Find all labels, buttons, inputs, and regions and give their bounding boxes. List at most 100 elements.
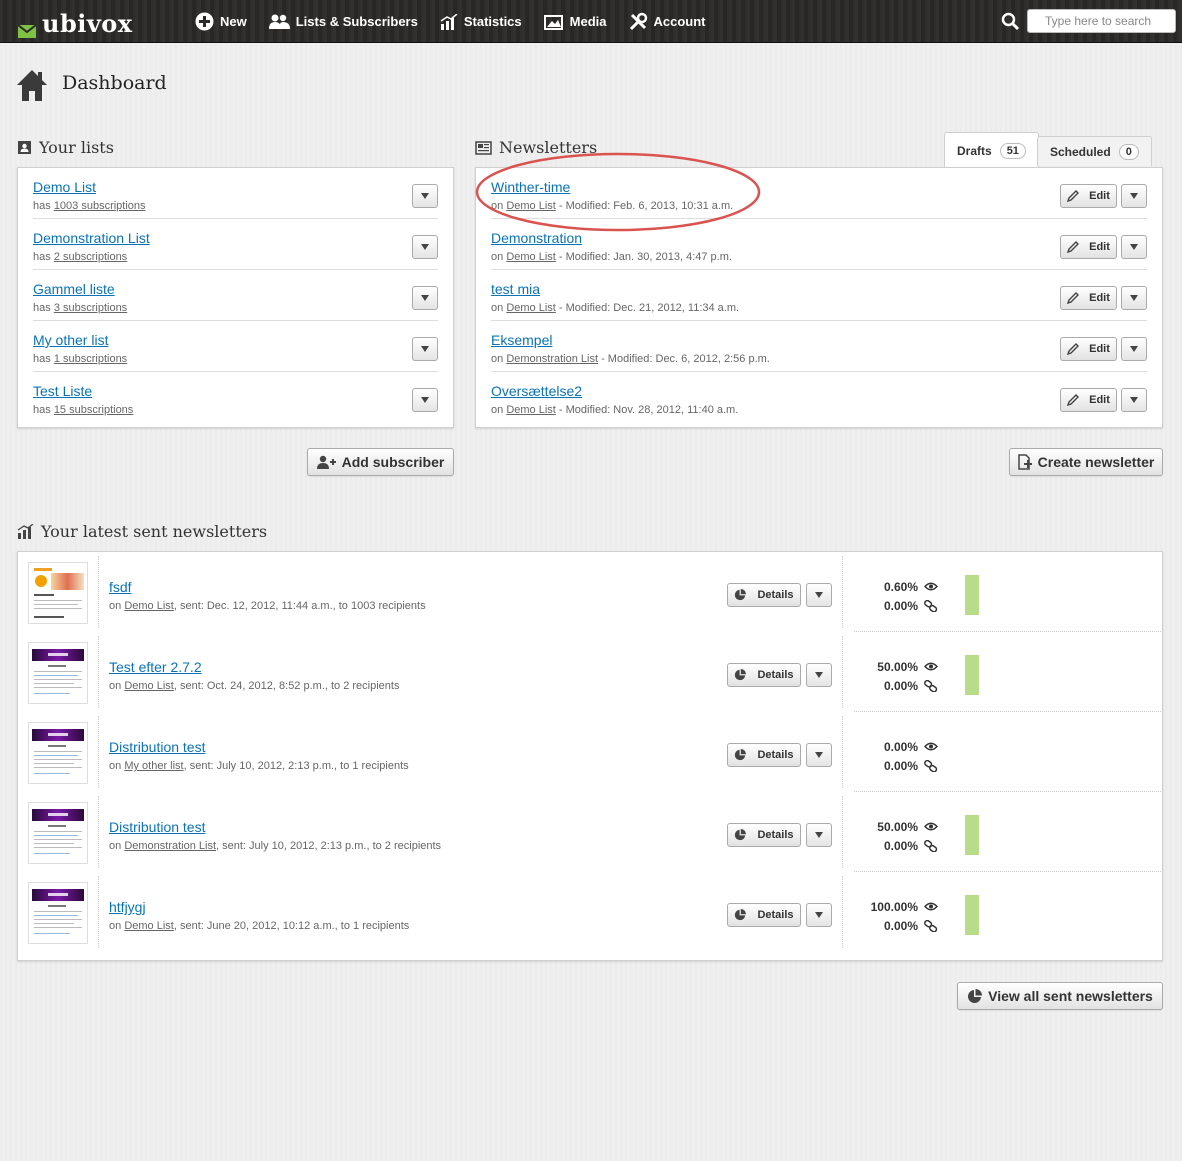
list-name-link[interactable]: Demo List [33,179,96,195]
newsletter-name-link[interactable]: test mia [491,281,540,297]
sent-options-dropdown[interactable] [806,663,832,687]
brand-name: ubivox [42,9,133,38]
list-subscriptions-link[interactable]: 1003 subscriptions [54,200,146,212]
list-options-dropdown[interactable] [412,184,438,208]
list-item: My other list has 1 subscriptions [33,321,438,372]
newsletter-options-dropdown[interactable] [1121,388,1147,412]
divider [842,636,843,708]
link-icon [924,680,938,692]
newsletter-options-dropdown[interactable] [1121,286,1147,310]
divider [842,876,843,948]
nav-media[interactable]: Media [543,14,607,30]
sent-options-dropdown[interactable] [806,743,832,767]
edit-button[interactable]: Edit [1060,184,1117,208]
newsletter-list-link[interactable]: Demonstration List [506,353,598,365]
lists-heading-text: Your lists [39,138,114,157]
sent-newsletter-name-link[interactable]: fsdf [109,579,132,595]
nav-new[interactable]: New [195,12,247,31]
add-subscriber-button[interactable]: Add subscriber [307,448,454,476]
divider [98,716,99,788]
sent-newsletter-meta: on Demonstration List, sent: July 10, 20… [109,840,441,852]
view-all-sent-label: View all sent newsletters [988,988,1153,1004]
newsletter-thumbnail[interactable] [28,722,88,784]
list-subscriptions-link[interactable]: 1 subscriptions [54,353,127,365]
sent-options-dropdown[interactable] [806,823,832,847]
pencil-icon [1067,190,1084,202]
sent-newsletter-name-link[interactable]: Distribution test [109,739,205,755]
list-has-label: has [33,353,51,365]
details-label: Details [757,669,794,681]
sent-on-label: on [109,920,122,932]
edit-button[interactable]: Edit [1060,235,1117,259]
edit-button[interactable]: Edit [1060,388,1117,412]
details-button[interactable]: Details [727,903,801,927]
view-all-sent-button[interactable]: View all sent newsletters [957,982,1163,1010]
open-rate: 0.60% [883,580,918,594]
newsletter-name-link[interactable]: Oversættelse2 [491,383,582,399]
newsletter-name-link[interactable]: Eksempel [491,332,552,348]
list-subscriptions-link[interactable]: 2 subscriptions [54,251,127,263]
sent-list-link[interactable]: Demonstration List [124,840,216,852]
edit-label: Edit [1089,241,1110,253]
newsletter-modified: - Modified: Dec. 21, 2012, 11:34 a.m. [555,302,740,314]
sent-list-link[interactable]: Demo List [124,680,174,692]
list-has-label: has [33,251,51,263]
plus-circle-icon [195,12,214,31]
newsletter-options-dropdown[interactable] [1121,337,1147,361]
details-button[interactable]: Details [727,583,801,607]
sent-list-link[interactable]: Demo List [124,600,174,612]
click-rate: 0.00% [883,679,918,693]
sent-newsletter-meta: on My other list, sent: July 10, 2012, 2… [109,760,409,772]
sent-list-link[interactable]: Demo List [124,920,174,932]
newsletter-list-link[interactable]: Demo List [506,251,556,263]
newsletter-thumbnail[interactable] [28,642,88,704]
details-button[interactable]: Details [727,663,801,687]
search-input[interactable] [1027,9,1176,33]
edit-button[interactable]: Edit [1060,337,1117,361]
list-name-link[interactable]: Test Liste [33,383,92,399]
sent-newsletter-name-link[interactable]: Test efter 2.7.2 [109,659,202,675]
newsletter-options-dropdown[interactable] [1121,235,1147,259]
details-button[interactable]: Details [727,743,801,767]
list-options-dropdown[interactable] [412,286,438,310]
click-rate: 0.00% [883,919,918,933]
sent-heading-text: Your latest sent newsletters [41,522,268,541]
sent-on-label: on [109,600,122,612]
eye-icon [924,902,938,911]
sent-options-dropdown[interactable] [806,583,832,607]
sent-options-dropdown[interactable] [806,903,832,927]
create-newsletter-button[interactable]: Create newsletter [1009,448,1163,476]
list-options-dropdown[interactable] [412,388,438,412]
highlight-ellipse [475,152,761,232]
newsletter-thumbnail[interactable] [28,882,88,944]
list-subscriptions-link[interactable]: 15 subscriptions [54,404,134,416]
nav-new-label: New [220,14,247,29]
list-name-link[interactable]: Gammel liste [33,281,115,297]
nav-lists-subscribers[interactable]: Lists & Subscribers [268,14,418,29]
nav-account[interactable]: Account [629,12,706,31]
sent-list-link[interactable]: My other list [124,760,183,772]
nav-lists-label: Lists & Subscribers [295,14,418,29]
newsletter-options-dropdown[interactable] [1121,184,1147,208]
details-button[interactable]: Details [727,823,801,847]
newsletter-list-link[interactable]: Demo List [506,302,556,314]
list-options-dropdown[interactable] [412,235,438,259]
list-has-label: has [33,200,51,212]
open-rate-bar [965,895,979,935]
list-options-dropdown[interactable] [412,337,438,361]
list-name-link[interactable]: My other list [33,332,108,348]
ubivox-logo[interactable]: ubivox [17,9,133,38]
list-name-link[interactable]: Demonstration List [33,230,150,246]
tab-scheduled[interactable]: Scheduled 0 [1037,136,1152,166]
tab-drafts[interactable]: Drafts 51 [944,132,1039,168]
newsletter-thumbnail[interactable] [28,562,88,624]
sent-newsletter-name-link[interactable]: Distribution test [109,819,205,835]
edit-button[interactable]: Edit [1060,286,1117,310]
nav-statistics[interactable]: Statistics [440,13,522,30]
sent-newsletter-name-link[interactable]: htfjygj [109,899,146,915]
list-subscriptions-link[interactable]: 3 subscriptions [54,302,127,314]
newsletter-list-link[interactable]: Demo List [506,404,556,416]
search-icon[interactable] [1001,12,1020,31]
newsletter-thumbnail[interactable] [28,802,88,864]
details-label: Details [757,749,794,761]
